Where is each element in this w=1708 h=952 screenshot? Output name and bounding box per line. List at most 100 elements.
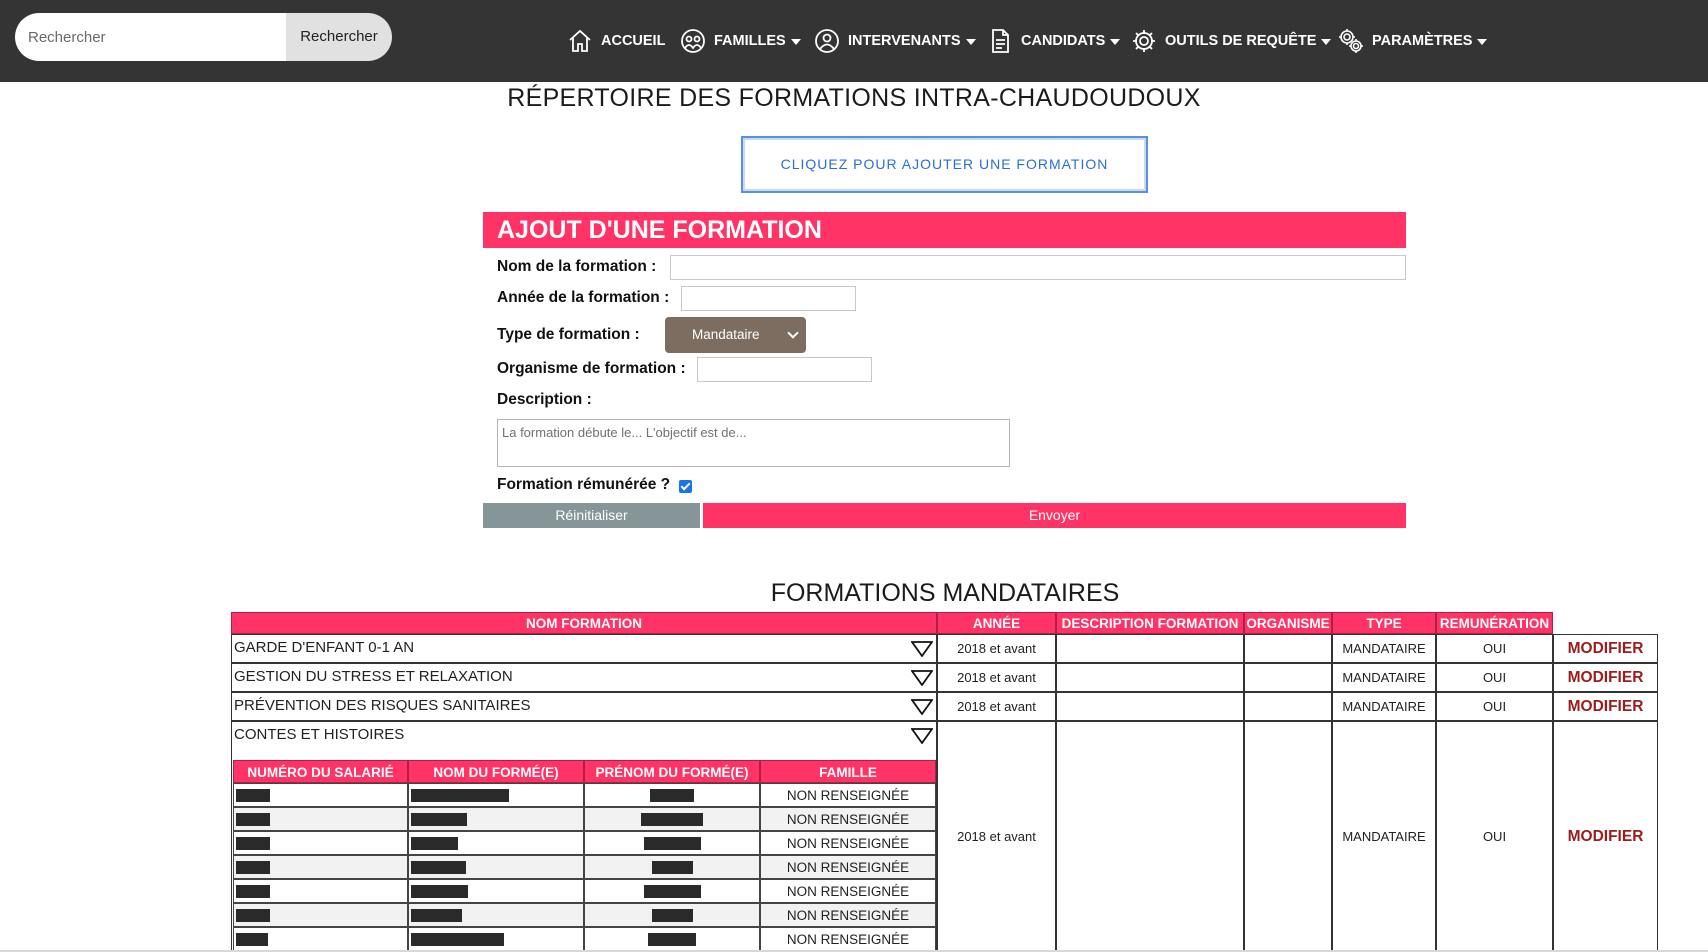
formation-name: PRÉVENTION DES RISQUES SANITAIRES <box>234 697 531 714</box>
nav-parametres[interactable]: PARAMÈTRES <box>1338 22 1488 60</box>
redacted-block <box>411 812 467 826</box>
nav-outils-requete[interactable]: OUTILS DE REQUÊTE <box>1131 22 1332 60</box>
sub-cell-nom <box>408 831 584 855</box>
table-cell-action: MODIFIER <box>1553 721 1658 952</box>
form-header: AJOUT D'UNE FORMATION <box>483 212 1406 248</box>
table-cell-type: MANDATAIRE <box>1332 692 1436 721</box>
table-cell-remuneration: OUI <box>1436 634 1553 663</box>
col-header-nom: NOM FORMATION <box>231 612 937 634</box>
sub-cell-numero <box>233 855 408 879</box>
redacted-block <box>236 860 270 874</box>
sub-cell-nom <box>408 879 584 903</box>
modify-button[interactable]: MODIFIER <box>1568 698 1644 716</box>
sub-cell-numero <box>233 807 408 831</box>
page-title: RÉPERTOIRE DES FORMATIONS INTRA-CHAUDOUD… <box>507 84 1201 112</box>
sub-cell-nom <box>408 807 584 831</box>
sub-cell-famille: NON RENSEIGNÉE <box>760 855 936 879</box>
table-cell-year: 2018 et avant <box>937 634 1056 663</box>
paid-label: Formation rémunérée ? <box>497 476 671 493</box>
organisme-input[interactable] <box>697 357 872 382</box>
nav-intervenants[interactable]: INTERVENANTS <box>814 22 976 60</box>
family-icon <box>681 29 705 53</box>
paid-checkbox[interactable] <box>679 480 692 493</box>
caret-down-icon <box>1477 39 1488 45</box>
table-row-name: GESTION DU STRESS ET RELAXATION <box>231 663 937 692</box>
formation-type-select[interactable]: Mandataire <box>665 317 806 353</box>
table-cell-type: MANDATAIRE <box>1332 634 1436 663</box>
table-cell-description <box>1056 634 1244 663</box>
table-cell-action: MODIFIER <box>1553 634 1658 663</box>
expand-triangle-icon[interactable] <box>911 641 933 657</box>
redacted-block <box>411 836 458 850</box>
table-cell-organisme <box>1244 634 1332 663</box>
redacted-block <box>236 884 270 898</box>
sub-cell-prenom <box>584 903 760 927</box>
search-button[interactable]: Rechercher <box>286 13 392 61</box>
col-header-organisme: ORGANISME <box>1244 612 1332 634</box>
sub-cell-nom <box>408 855 584 879</box>
sub-cell-numero <box>233 831 408 855</box>
redacted-block <box>411 860 466 874</box>
sub-header-numero: NUMÉRO DU SALARIÉ <box>233 760 408 783</box>
reset-button[interactable]: Réinitialiser <box>483 503 700 528</box>
table-cell-remuneration: OUI <box>1436 692 1553 721</box>
sub-cell-prenom <box>584 927 760 951</box>
gears-icon <box>1339 29 1363 53</box>
redacted-block <box>641 812 703 826</box>
formation-name: CONTES ET HISTOIRES <box>234 726 405 743</box>
org-label: Organisme de formation : <box>497 360 686 377</box>
expand-triangle-icon[interactable] <box>911 699 933 715</box>
redacted-block <box>643 836 701 850</box>
description-textarea[interactable] <box>497 419 1010 467</box>
redacted-block <box>651 908 693 922</box>
modify-button[interactable]: MODIFIER <box>1568 828 1644 846</box>
add-formation-button[interactable]: CLIQUEZ POUR AJOUTER UNE FORMATION <box>741 136 1148 193</box>
sub-cell-famille: NON RENSEIGNÉE <box>760 927 936 951</box>
nav-label: PARAMÈTRES <box>1372 33 1473 49</box>
sub-cell-famille: NON RENSEIGNÉE <box>760 783 936 807</box>
redacted-block <box>411 884 468 898</box>
redacted-block <box>236 908 270 922</box>
redacted-block <box>643 884 701 898</box>
sub-cell-prenom <box>584 855 760 879</box>
sub-header-prenom: PRÉNOM DU FORMÉ(E) <box>584 760 760 783</box>
redacted-block <box>411 908 462 922</box>
nav-familles[interactable]: FAMILLES <box>680 22 801 60</box>
search-input[interactable] <box>15 13 286 61</box>
redacted-block <box>236 788 270 802</box>
table-cell-action: MODIFIER <box>1553 692 1658 721</box>
nav-accueil[interactable]: ACCUEIL <box>567 22 665 60</box>
table-row-name: GARDE D'ENFANT 0-1 AN <box>231 634 937 663</box>
caret-down-icon <box>1321 39 1332 45</box>
sub-header-nom: NOM DU FORMÉ(E) <box>408 760 584 783</box>
col-header-remuneration: REMUNÉRATION <box>1436 612 1553 634</box>
formation-name-input[interactable] <box>670 255 1406 280</box>
modify-button[interactable]: MODIFIER <box>1568 669 1644 687</box>
caret-down-icon <box>1110 39 1121 45</box>
sub-cell-prenom <box>584 879 760 903</box>
col-header-description: DESCRIPTION FORMATION <box>1056 612 1244 634</box>
table-cell-description <box>1056 663 1244 692</box>
table-cell-organisme <box>1244 721 1332 952</box>
nav-candidats[interactable]: CANDIDATS <box>987 22 1121 60</box>
name-label: Nom de la formation : <box>497 258 657 275</box>
table-cell-organisme <box>1244 663 1332 692</box>
top-navbar: Rechercher ACCUEIL FAMILLES INTERVENANTS… <box>0 0 1708 82</box>
redacted-block <box>650 788 694 802</box>
nav-label: CANDIDATS <box>1021 33 1106 49</box>
collapse-triangle-icon[interactable] <box>911 728 933 744</box>
sub-cell-prenom <box>584 831 760 855</box>
expand-triangle-icon[interactable] <box>911 670 933 686</box>
redacted-block <box>411 932 504 946</box>
nav-label: INTERVENANTS <box>848 33 961 49</box>
section-title: FORMATIONS MANDATAIRES <box>770 579 1120 607</box>
home-icon <box>569 29 591 52</box>
sub-cell-nom <box>408 903 584 927</box>
table-cell-type: MANDATAIRE <box>1332 721 1436 952</box>
submit-button[interactable]: Envoyer <box>703 503 1406 528</box>
redacted-block <box>236 836 270 850</box>
redacted-block <box>411 788 509 802</box>
modify-button[interactable]: MODIFIER <box>1568 640 1644 658</box>
formation-year-input[interactable] <box>681 286 856 311</box>
nav-label: FAMILLES <box>714 33 786 49</box>
